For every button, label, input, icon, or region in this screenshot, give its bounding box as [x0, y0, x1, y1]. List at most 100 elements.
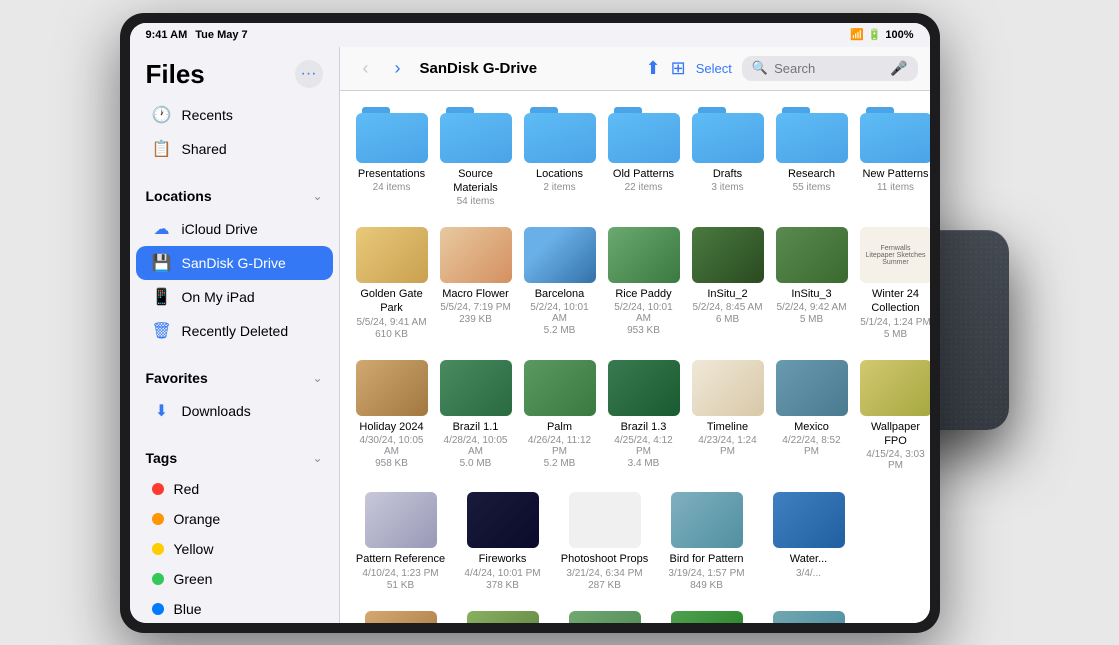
share-button[interactable]: ⬆ [646, 58, 661, 79]
file-date: 5/5/24, 9:41 AM [356, 317, 426, 328]
sidebar-item-onipad[interactable]: 📱 On My iPad [136, 280, 333, 314]
tag-label-blue: Blue [174, 601, 202, 617]
tags-chevron-icon: ⌄ [312, 451, 322, 465]
sidebar-item-downloads[interactable]: ⬇ Downloads [136, 394, 333, 428]
file-name: Bird for Pattern [670, 552, 744, 566]
select-button[interactable]: Select [696, 61, 732, 76]
file-item[interactable]: Golden Gate Park 5/5/24, 9:41 AM 610 KB [356, 227, 428, 340]
more-button[interactable]: ··· [295, 60, 323, 88]
file-item[interactable]: Fireworks 4/4/24, 10:01 PM 378 KB [458, 492, 548, 590]
status-bar: 9:41 AM Tue May 7 📶 🔋 100% [130, 23, 930, 47]
file-item[interactable]: InSitu_3 5/2/24, 9:42 AM 5 MB [776, 227, 848, 340]
sidebar-item-tag-blue[interactable]: Blue [136, 594, 333, 623]
search-icon: 🔍 [752, 60, 768, 76]
file-date: 4/28/24, 10:05 AM [440, 435, 512, 457]
search-bar[interactable]: 🔍 🎤 [742, 56, 918, 81]
file-name: InSitu_2 [707, 287, 747, 301]
ellipsis-icon: ··· [301, 65, 317, 83]
folder-items: 22 items [625, 182, 663, 193]
sidebar-item-shared[interactable]: 📋 Shared [136, 132, 333, 166]
folder-name: Locations [536, 167, 583, 181]
folder-item[interactable]: Presentations 24 items [356, 107, 428, 208]
folder-item[interactable]: Locations 2 items [524, 107, 596, 208]
file-item[interactable]: Macro Flower 5/5/24, 7:19 PM 239 KB [440, 227, 512, 340]
tag-dot-blue [152, 603, 164, 615]
status-icons: 📶 🔋 100% [850, 28, 914, 41]
sidebar-item-sandisk[interactable]: 💾 SanDisk G-Drive [136, 246, 333, 280]
file-name: Palm [547, 420, 572, 434]
downloads-label: Downloads [182, 403, 251, 419]
file-name: Brazil 1.1 [453, 420, 499, 434]
sidebar-item-tag-red[interactable]: Red [136, 474, 333, 504]
file-thumbnail [365, 611, 437, 623]
file-item[interactable]: Brazil 1.1 4/28/24, 10:05 AM 5.0 MB [440, 360, 512, 473]
wifi-icon: 📶 [850, 28, 864, 41]
file-item[interactable]: Argentina [560, 611, 650, 623]
file-thumbnail [569, 492, 641, 548]
file-thumbnail [608, 227, 680, 283]
file-thumbnail [524, 360, 596, 416]
search-input[interactable] [774, 61, 884, 76]
forward-button[interactable]: › [384, 54, 412, 82]
file-size: 5.2 MB [544, 325, 576, 336]
sidebar-item-recents[interactable]: 🕐 Recents [136, 98, 333, 132]
file-size: 239 KB [459, 314, 492, 325]
folder-item[interactable]: Source Materials 54 items [440, 107, 512, 208]
file-item[interactable]: Pattern Reference 4/10/24, 1:23 PM 51 KB [356, 492, 446, 590]
folder-item[interactable]: Old Patterns 22 items [608, 107, 680, 208]
tag-label-orange: Orange [174, 511, 221, 527]
file-item[interactable]: Palm 4/26/24, 11:12 PM 5.2 MB [524, 360, 596, 473]
tag-dot-green [152, 573, 164, 585]
toolbar-title: SanDisk G-Drive [420, 60, 638, 77]
file-item[interactable]: Brazil 1.2 [356, 611, 446, 623]
sidebar-item-icloud[interactable]: ☁ iCloud Drive [136, 212, 333, 246]
file-item[interactable]: Rice Paddy 5/2/24, 10:01 AM 953 KB [608, 227, 680, 340]
folder-items: 11 items [877, 182, 914, 193]
file-item[interactable]: Barcelona 5/2/24, 10:01 AM 5.2 MB [524, 227, 596, 340]
recents-label: Recents [182, 107, 233, 123]
folder-item[interactable]: Drafts 3 items [692, 107, 764, 208]
file-size: 287 KB [588, 580, 621, 591]
folder-icon [608, 107, 680, 163]
sidebar-item-tag-green[interactable]: Green [136, 564, 333, 594]
sidebar-item-tag-yellow[interactable]: Yellow [136, 534, 333, 564]
file-item[interactable]: Tha... [764, 611, 854, 623]
file-thumbnail [773, 611, 845, 623]
file-thumbnail [467, 492, 539, 548]
tags-list: Red Orange Yellow Green Blue Purple Gray [130, 470, 339, 623]
file-item[interactable]: Fernwalls Litepaper Sketches Summer Wint… [860, 227, 930, 340]
file-item[interactable]: Mexico 4/22/24, 8:52 PM [776, 360, 848, 473]
file-item[interactable]: Wallpaper FPO 4/15/24, 3:03 PM [860, 360, 930, 473]
back-button[interactable]: ‹ [352, 54, 380, 82]
folder-icon [356, 107, 428, 163]
file-item[interactable]: Timeline 4/23/24, 1:24 PM [692, 360, 764, 473]
file-size: 5 MB [884, 329, 907, 340]
file-date: 4/10/24, 1:23 PM [362, 568, 438, 579]
file-item[interactable]: Photoshoot Props 3/21/24, 6:34 PM 287 KB [560, 492, 650, 590]
file-item[interactable]: Brazil 1.3 4/25/24, 4:12 PM 3.4 MB [608, 360, 680, 473]
favorites-section-label: Favorites [146, 370, 208, 386]
grid-button[interactable]: ⊞ [671, 58, 686, 79]
file-item[interactable]: South Africa 2.1 [458, 611, 548, 623]
main-content: ‹ › SanDisk G-Drive ⬆ ⊞ S [340, 47, 930, 623]
file-item[interactable]: Fern 22 [662, 611, 752, 623]
icloud-icon: ☁ [152, 219, 172, 239]
folder-item[interactable]: New Patterns 11 items [860, 107, 930, 208]
folder-item[interactable]: Research 55 items [776, 107, 848, 208]
folder-items: 54 items [457, 196, 495, 207]
tag-label-green: Green [174, 571, 213, 587]
file-item[interactable]: InSitu_2 5/2/24, 8:45 AM 6 MB [692, 227, 764, 340]
folder-name: New Patterns [862, 167, 928, 181]
file-name: Pattern Reference [356, 552, 445, 566]
file-item[interactable]: Water... 3/4/... [764, 492, 854, 590]
sidebar-item-deleted[interactable]: 🗑 Recently Deleted [136, 314, 333, 348]
file-thumbnail [365, 492, 437, 548]
file-size: 958 KB [375, 458, 408, 469]
folder-items: 24 items [373, 182, 411, 193]
file-item[interactable]: Holiday 2024 4/30/24, 10:05 AM 958 KB [356, 360, 428, 473]
file-item[interactable]: Bird for Pattern 3/19/24, 1:57 PM 849 KB [662, 492, 752, 590]
sidebar-item-tag-orange[interactable]: Orange [136, 504, 333, 534]
file-size: 610 KB [375, 329, 408, 340]
file-name: Golden Gate Park [356, 287, 428, 316]
icloud-label: iCloud Drive [182, 221, 258, 237]
